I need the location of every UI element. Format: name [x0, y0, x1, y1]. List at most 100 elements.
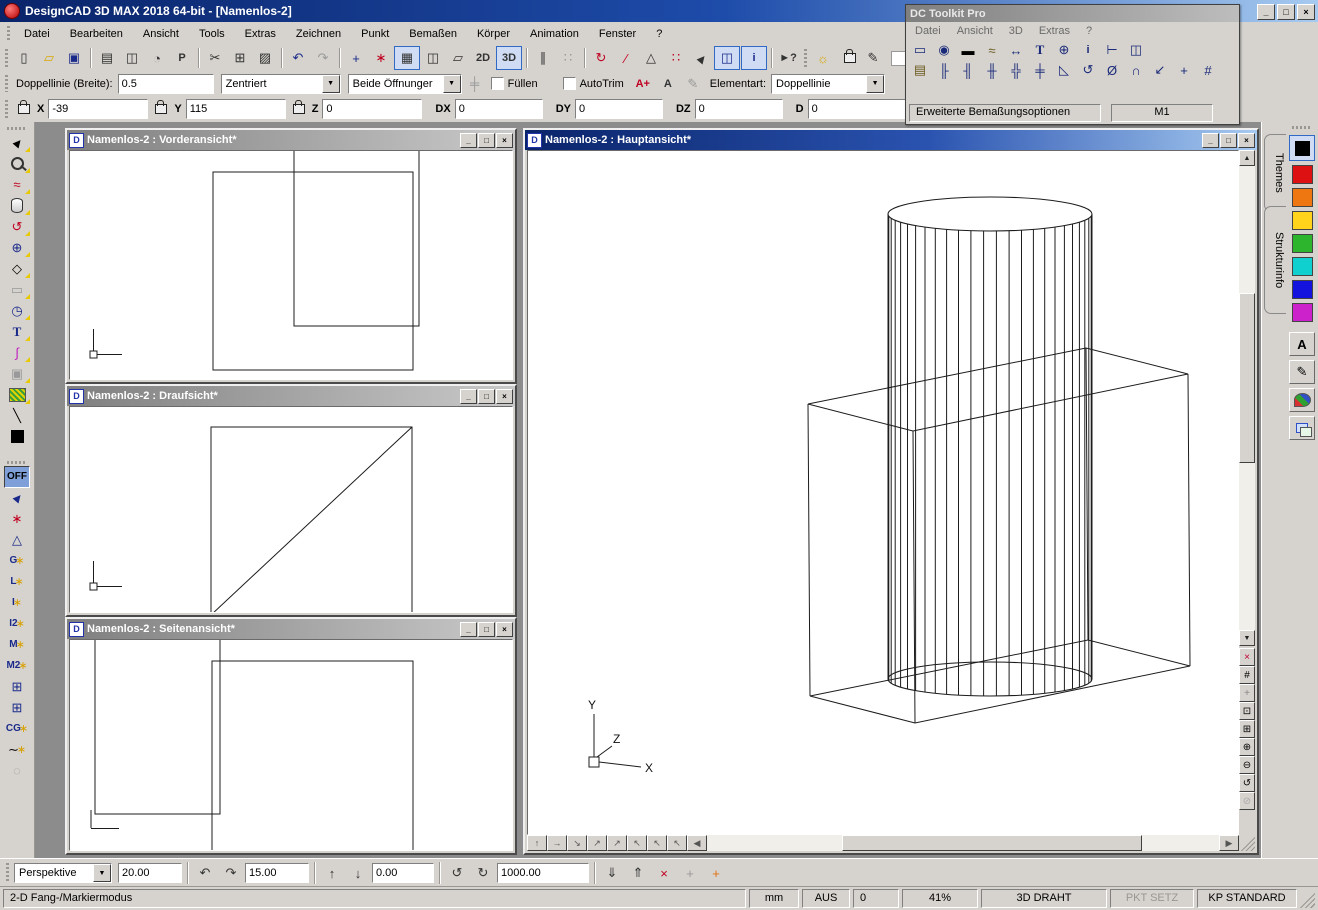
- arrange-windows-icon[interactable]: ▱: [446, 47, 470, 69]
- vorderansicht-titlebar[interactable]: D Namenlos-2 : Vorderansicht* _ □ ×: [67, 130, 515, 150]
- curve-snap-tool[interactable]: ∼∗: [4, 739, 30, 760]
- close-button[interactable]: ×: [496, 622, 513, 637]
- toolkit-menu-hilfe[interactable]: ?: [1079, 23, 1099, 39]
- selection-handles-icon[interactable]: ∷: [664, 47, 688, 69]
- grid-snap-icon[interactable]: ∷: [556, 47, 580, 69]
- mirror-icon[interactable]: △: [639, 47, 663, 69]
- tk-text-icon[interactable]: T: [1029, 40, 1051, 60]
- dy-field[interactable]: [575, 99, 663, 119]
- arc-tool[interactable]: ◷: [4, 300, 30, 321]
- copy-icon[interactable]: ⊞: [228, 47, 252, 69]
- page-setup-icon[interactable]: P: [170, 47, 194, 69]
- dotted-circle-tool[interactable]: ◌: [4, 760, 30, 781]
- polyline-tool[interactable]: ≈: [4, 174, 30, 195]
- tk-properties-icon[interactable]: ▤: [909, 60, 931, 80]
- trim-icon[interactable]: ╪: [463, 73, 487, 95]
- camera-tilt-up-icon[interactable]: ↑: [320, 862, 344, 884]
- view-dir-ne-button[interactable]: ↗: [587, 835, 607, 851]
- circle-tool[interactable]: ⊕: [4, 237, 30, 258]
- cg-snap-tool[interactable]: CG∗: [4, 718, 30, 739]
- polygon-tool[interactable]: ◇: [4, 258, 30, 279]
- toolbar-grip[interactable]: [7, 127, 27, 130]
- zoom-in-button[interactable]: ⊕: [1239, 738, 1255, 756]
- menu-extras[interactable]: Extras: [236, 25, 285, 43]
- maximize-button[interactable]: □: [478, 133, 495, 148]
- tk-dim-t-icon[interactable]: ╬: [1005, 60, 1027, 80]
- draufsicht-canvas[interactable]: [69, 406, 513, 613]
- swatch-yellow[interactable]: [1292, 211, 1313, 230]
- camera-reset-icon[interactable]: ×: [652, 862, 676, 884]
- autotrim-checkbox[interactable]: [563, 77, 576, 90]
- camera-move-icon[interactable]: +: [678, 862, 702, 884]
- tk-split-window-icon[interactable]: ◫: [1125, 40, 1147, 60]
- doppellinie-width-field[interactable]: [118, 74, 214, 94]
- cut-icon[interactable]: ✂: [203, 47, 227, 69]
- view-dir-nw-button[interactable]: ↖: [627, 835, 647, 851]
- menu-fenster[interactable]: Fenster: [590, 25, 645, 43]
- text-color-button[interactable]: A: [1289, 332, 1315, 356]
- font-increase-icon[interactable]: A+: [631, 73, 655, 95]
- menu-ansicht[interactable]: Ansicht: [134, 25, 188, 43]
- tk-dim-t2-icon[interactable]: ╪: [1029, 60, 1051, 80]
- toolkit-menu-ansicht[interactable]: Ansicht: [950, 23, 1000, 39]
- toolkit-menu-extras[interactable]: Extras: [1032, 23, 1077, 39]
- line-snap-tool[interactable]: L∗: [4, 571, 30, 592]
- toolbar-grip[interactable]: [804, 49, 807, 67]
- midpoint-snap-tool[interactable]: M∗: [4, 634, 30, 655]
- vorderansicht-canvas[interactable]: [69, 150, 513, 380]
- dashed-line-tool[interactable]: ╲: [4, 405, 30, 426]
- camera-roll-cw-icon[interactable]: ↻: [471, 862, 495, 884]
- y-lock-icon[interactable]: [155, 104, 167, 114]
- chevron-down-icon[interactable]: ▼: [443, 75, 461, 93]
- menu-datei[interactable]: Datei: [15, 25, 59, 43]
- point-box2-snap-tool[interactable]: ⊞: [4, 697, 30, 718]
- maximize-button[interactable]: □: [478, 622, 495, 637]
- roll-field[interactable]: [372, 863, 434, 883]
- layer-lock-icon[interactable]: [836, 47, 860, 69]
- undo-icon[interactable]: ↶: [286, 47, 310, 69]
- view-dir-nw2-button[interactable]: ↖: [647, 835, 667, 851]
- redo-icon[interactable]: ↷: [311, 47, 335, 69]
- resize-grip[interactable]: [1300, 889, 1315, 908]
- minimize-button[interactable]: _: [460, 622, 477, 637]
- swatch-selected[interactable]: [1289, 135, 1315, 161]
- camera-tilt-down-icon[interactable]: ↓: [346, 862, 370, 884]
- context-help-icon[interactable]: ►?: [776, 47, 800, 69]
- close-button[interactable]: ×: [1238, 133, 1255, 148]
- toolbar-grip[interactable]: [5, 75, 8, 92]
- paste-icon[interactable]: ▨: [253, 47, 277, 69]
- z-field[interactable]: [322, 99, 422, 119]
- menu-zeichnen[interactable]: Zeichnen: [287, 25, 350, 43]
- color-swatch-tool[interactable]: [4, 426, 30, 447]
- view-dir-right-button[interactable]: →: [547, 835, 567, 851]
- minimize-button[interactable]: _: [460, 133, 477, 148]
- palette-grip[interactable]: [1292, 126, 1312, 129]
- chevron-down-icon[interactable]: ▼: [322, 75, 340, 93]
- scroll-down-button[interactable]: ▼: [1239, 630, 1255, 646]
- delta-tool[interactable]: △: [4, 529, 30, 550]
- layer-pen-icon[interactable]: ✎: [861, 47, 885, 69]
- toolbar-grip[interactable]: [5, 49, 8, 67]
- layer-visibility-icon[interactable]: ☼: [811, 47, 835, 69]
- toolbar-grip[interactable]: [5, 100, 8, 118]
- mode-3d-button[interactable]: 3D: [496, 46, 522, 70]
- tk-target-icon[interactable]: ⊕: [1053, 40, 1075, 60]
- point-box-snap-tool[interactable]: ⊞: [4, 676, 30, 697]
- menu-animation[interactable]: Animation: [521, 25, 588, 43]
- info-icon[interactable]: i: [741, 46, 767, 70]
- camera-raise-icon[interactable]: ⇑: [626, 862, 650, 884]
- close-button[interactable]: ×: [1297, 4, 1315, 20]
- intersect2-snap-tool[interactable]: I2∗: [4, 613, 30, 634]
- tk-grid-box-icon[interactable]: #: [1197, 60, 1219, 80]
- minimize-button[interactable]: _: [460, 389, 477, 404]
- tab-strukturinfo[interactable]: Strukturinfo: [1264, 206, 1286, 314]
- zoom-out-button[interactable]: ⊖: [1239, 756, 1255, 774]
- select-tool[interactable]: ►: [4, 132, 30, 153]
- close-button[interactable]: ×: [496, 389, 513, 404]
- snap-off-button[interactable]: OFF: [4, 466, 30, 487]
- minimize-button[interactable]: _: [1257, 4, 1275, 20]
- x-lock-icon[interactable]: [18, 104, 30, 114]
- tk-dim-query-icon[interactable]: ⊢: [1101, 40, 1123, 60]
- maximize-button[interactable]: □: [1277, 4, 1295, 20]
- rotate-tool[interactable]: ↺: [4, 216, 30, 237]
